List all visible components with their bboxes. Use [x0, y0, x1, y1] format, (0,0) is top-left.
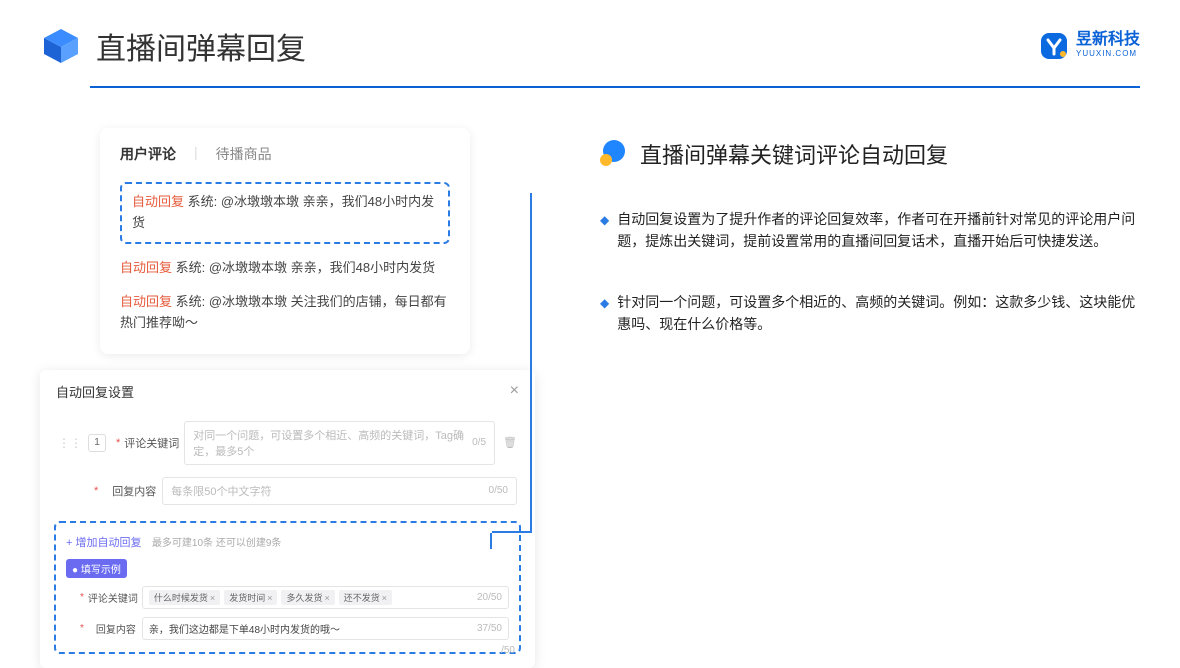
content-row: * 回复内容 每条限50个中文字符 0/50: [54, 477, 521, 505]
example-keyword-input[interactable]: 什么时候发货× 发货时间× 多久发货× 还不发货× 20/50: [142, 586, 509, 609]
footer-counter: /50: [501, 645, 515, 656]
tab-pending-goods[interactable]: 待播商品: [216, 144, 272, 164]
keyword-placeholder: 对同一个问题，可设置多个相近、高频的关键词，Tag确定，最多5个: [193, 427, 466, 459]
comment-row-highlighted: 自动回复 系统: @冰墩墩本墩 亲亲，我们48小时内发货: [120, 182, 450, 244]
auto-reply-label: 自动回复: [120, 294, 172, 309]
diamond-bullet-icon: ◆: [600, 211, 609, 253]
keyword-input[interactable]: 对同一个问题，可设置多个相近、高频的关键词，Tag确定，最多5个 0/5: [184, 421, 495, 465]
example-content-row: * 回复内容 亲，我们这边都是下单48小时内发货的哦～ 37/50: [66, 617, 509, 640]
content-field-label: 回复内容: [102, 483, 156, 499]
tab-user-comments[interactable]: 用户评论: [120, 144, 176, 164]
comments-card: 用户评论 | 待播商品 自动回复 系统: @冰墩墩本墩 亲亲，我们48小时内发货…: [100, 128, 470, 354]
comment-row: 自动回复 系统: @冰墩墩本墩 关注我们的店铺，每日都有热门推荐呦～: [120, 292, 450, 334]
diamond-bullet-icon: ◆: [600, 294, 609, 336]
bullet-text: 自动回复设置为了提升作者的评论回复效率，作者可在开播前针对常见的评论用户问题，提…: [617, 208, 1140, 253]
drag-handle-icon[interactable]: ⋮⋮: [58, 436, 82, 450]
bullet-text: 针对同一个问题，可设置多个相近的、高频的关键词。例如：这款多少钱、这块能优惠吗、…: [617, 291, 1140, 336]
brand-name-cn: 昱新科技: [1076, 32, 1140, 48]
add-quota-text: 最多可建10条 还可以创建9条: [152, 538, 281, 549]
example-content-value: 亲，我们这边都是下单48小时内发货的哦～: [149, 621, 340, 636]
example-keyword-label: 评论关键词: [88, 590, 136, 605]
bullet-item: ◆ 针对同一个问题，可设置多个相近的、高频的关键词。例如：这款多少钱、这块能优惠…: [600, 291, 1140, 336]
example-block: + 增加自动回复 最多可建10条 还可以创建9条 ● 填写示例 * 评论关键词 …: [54, 521, 521, 654]
example-content-input[interactable]: 亲，我们这边都是下单48小时内发货的哦～ 37/50: [142, 617, 509, 640]
example-keyword-counter: 20/50: [477, 592, 502, 603]
required-marker: *: [80, 623, 84, 634]
settings-title: 自动回复设置: [56, 382, 134, 401]
comment-row: 自动回复 系统: @冰墩墩本墩 亲亲，我们48小时内发货: [120, 258, 450, 279]
auto-reply-label: 自动回复: [120, 260, 172, 275]
tag-chip[interactable]: 还不发货×: [339, 590, 392, 605]
comment-text: 系统: @冰墩墩本墩 亲亲，我们48小时内发货: [172, 260, 435, 275]
keyword-counter: 0/5: [472, 437, 486, 448]
screenshots-column: 用户评论 | 待播商品 自动回复 系统: @冰墩墩本墩 亲亲，我们48小时内发货…: [40, 128, 540, 668]
brand-logo: 昱新科技 YUUXIN.COM: [1038, 30, 1140, 62]
example-content-counter: 37/50: [477, 623, 502, 634]
example-badge: ● 填写示例: [66, 559, 127, 578]
brand-name-en: YUUXIN.COM: [1076, 48, 1140, 59]
page-title: 直播间弹幕回复: [96, 24, 306, 68]
content-placeholder: 每条限50个中文字符: [171, 483, 271, 499]
trash-icon[interactable]: 🗑: [503, 436, 517, 449]
add-auto-reply-link[interactable]: + 增加自动回复: [66, 537, 141, 549]
section-title: 直播间弹幕关键词评论自动回复: [640, 138, 948, 170]
rule-number: 1: [88, 434, 106, 452]
example-keyword-row: * 评论关键词 什么时候发货× 发货时间× 多久发货× 还不发货× 20/50: [66, 586, 509, 609]
bullet-item: ◆ 自动回复设置为了提升作者的评论回复效率，作者可在开播前针对常见的评论用户问题…: [600, 208, 1140, 253]
page-header: 直播间弹幕回复 昱新科技 YUUXIN.COM: [0, 0, 1180, 68]
tag-chip[interactable]: 多久发货×: [281, 590, 334, 605]
content-counter: 0/50: [489, 485, 508, 496]
keyword-row: ⋮⋮ 1 * 评论关键词 对同一个问题，可设置多个相近、高频的关键词，Tag确定…: [54, 421, 521, 465]
required-marker: *: [80, 592, 84, 603]
tab-divider: |: [194, 144, 198, 164]
example-content-label: 回复内容: [88, 621, 136, 636]
auto-reply-settings-card: 自动回复设置 × ⋮⋮ 1 * 评论关键词 对同一个问题，可设置多个相近、高频的…: [40, 370, 535, 668]
description-column: 直播间弹幕关键词评论自动回复 ◆ 自动回复设置为了提升作者的评论回复效率，作者可…: [540, 128, 1140, 668]
required-marker: *: [116, 437, 120, 449]
section-dot-icon: [600, 140, 628, 168]
tag-chip[interactable]: 发货时间×: [224, 590, 277, 605]
comments-tabs: 用户评论 | 待播商品: [120, 144, 450, 164]
auto-reply-label: 自动回复: [132, 194, 184, 209]
brand-icon: [1038, 30, 1070, 62]
close-icon[interactable]: ×: [510, 382, 519, 400]
required-marker: *: [94, 485, 98, 497]
cube-icon: [40, 25, 82, 67]
tag-chip[interactable]: 什么时候发货×: [149, 590, 220, 605]
content-input[interactable]: 每条限50个中文字符 0/50: [162, 477, 517, 505]
keyword-field-label: 评论关键词: [124, 435, 178, 451]
